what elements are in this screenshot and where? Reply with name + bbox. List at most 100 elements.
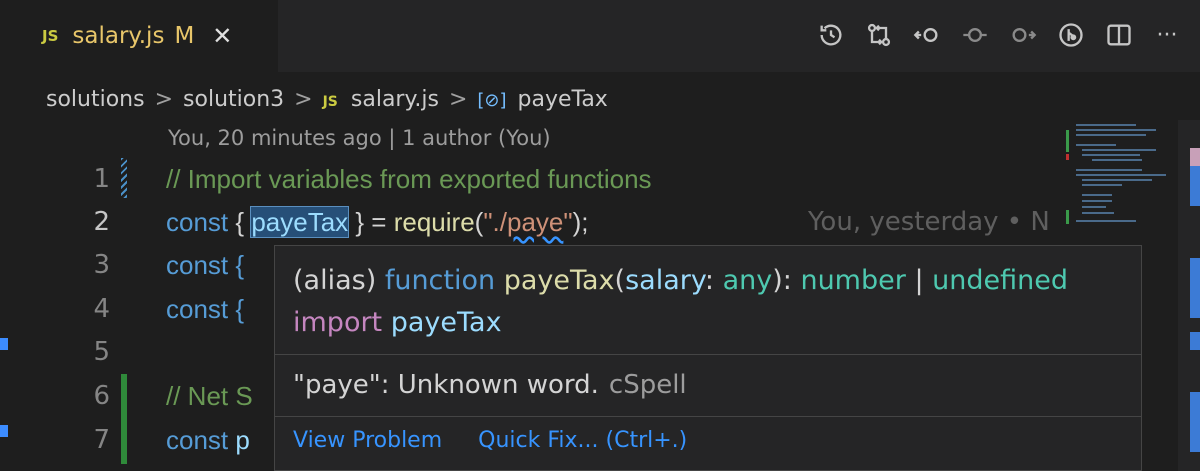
minimap-line <box>1076 129 1156 131</box>
minimap-line <box>1076 220 1136 222</box>
line-number: 1 <box>93 164 110 194</box>
selected-identifier[interactable]: payeTax <box>250 206 350 238</box>
hover-actions: View Problem Quick Fix... (Ctrl+.) <box>293 428 687 453</box>
breadcrumb-label: salary.js <box>350 86 439 112</box>
minimap-line <box>1082 212 1114 214</box>
hover-param: salary <box>625 265 705 296</box>
scrollbar-marker <box>1190 332 1200 350</box>
hover-alias: (alias) <box>293 265 377 296</box>
minimap-change-marker <box>1066 130 1069 152</box>
split-editor-icon[interactable] <box>1104 18 1134 52</box>
hover-import-name: payeTax <box>390 307 502 338</box>
hover-punct: : <box>704 265 714 296</box>
line-number: 4 <box>93 294 110 324</box>
code-function: require <box>393 207 475 237</box>
javascript-file-icon: JS <box>322 93 338 110</box>
codelens-blame[interactable]: You, 20 minutes ago | 1 author (You) <box>168 126 551 150</box>
quick-fix-link[interactable]: Quick Fix... (Ctrl+.) <box>478 428 687 453</box>
minimap-line <box>1076 174 1166 176</box>
breadcrumb-item-solution3[interactable]: solution3 <box>183 87 284 112</box>
previous-change-icon[interactable] <box>912 18 942 52</box>
close-icon[interactable]: ✕ <box>212 22 232 50</box>
hover-import-line: import payeTax <box>293 306 502 340</box>
compare-changes-icon[interactable] <box>864 18 894 52</box>
hover-function-name: payeTax <box>503 265 615 296</box>
breadcrumb-label: payeTax <box>517 86 608 112</box>
divider <box>275 354 1141 355</box>
next-change-icon[interactable] <box>1008 18 1038 52</box>
minimap-line <box>1076 124 1136 126</box>
view-problem-link[interactable]: View Problem <box>293 428 442 453</box>
symbol-variable-icon: [⊘] <box>477 89 507 111</box>
tab-title: salary.js <box>72 23 165 49</box>
hover-punct: ): <box>772 265 792 296</box>
code-keyword: const <box>166 207 229 237</box>
more-actions-icon[interactable]: ··· <box>1152 18 1182 52</box>
tab-bar: JS salary.js M ✕ ··· <box>0 0 1200 72</box>
minimap-change-marker <box>1066 210 1069 224</box>
breadcrumb-item-salary-js[interactable]: JS salary.js <box>323 87 439 112</box>
code-string: " <box>563 207 573 237</box>
scrollbar-marker <box>1190 258 1200 318</box>
scrollbar-marker <box>1190 148 1200 166</box>
minimap-line <box>1076 144 1116 146</box>
code-keyword: const <box>166 425 229 455</box>
hover-signature: (alias) function payeTax(salary: any): n… <box>293 264 1068 298</box>
scrollbar-marker <box>1190 166 1200 206</box>
history-icon[interactable] <box>816 18 846 52</box>
code-comment: // Import variables from exported functi… <box>166 164 652 194</box>
hover-tooltip: (alias) function payeTax(salary: any): n… <box>274 245 1142 471</box>
code-comment: // Net S <box>166 381 253 411</box>
minimap-line <box>1092 159 1142 161</box>
editor-actions: ··· <box>816 18 1182 52</box>
hover-return-type: number <box>800 265 906 296</box>
minimap-line <box>1082 194 1112 196</box>
scrollbar-marker <box>1190 392 1200 452</box>
problem-message: "paye": Unknown word. <box>293 370 599 400</box>
code-line: 1 // Import variables from exported func… <box>0 158 1060 201</box>
code-text: const { payeTax } = require("./paye"); <box>166 201 589 244</box>
inline-blame: You, yesterday • N <box>808 207 1050 237</box>
line-number: 3 <box>93 250 110 280</box>
minimap-line <box>1082 149 1156 151</box>
breadcrumb-item-payetax[interactable]: [⊘] payeTax <box>477 87 607 112</box>
minimap-line <box>1076 134 1146 136</box>
hover-punct: ( <box>614 265 626 296</box>
line-number: 7 <box>93 425 110 455</box>
hover-return-type: undefined <box>932 265 1068 296</box>
hover-function-keyword: function <box>384 265 496 296</box>
code-text: const { <box>166 294 245 324</box>
current-change-icon[interactable] <box>960 18 990 52</box>
code-punct: { <box>235 207 245 237</box>
breadcrumb-item-solutions[interactable]: solutions <box>46 87 145 112</box>
code-punct: } = <box>355 207 387 237</box>
breadcrumb: solutions > solution3 > JS salary.js > [… <box>46 84 608 114</box>
minimap-line <box>1082 200 1112 202</box>
minimap-line <box>1076 169 1142 171</box>
modified-badge: M <box>174 23 195 49</box>
line-number: 5 <box>93 337 110 367</box>
minimap-line <box>1082 154 1140 156</box>
minimap-change-marker <box>1066 154 1069 160</box>
code-punct: ); <box>572 207 589 237</box>
divider <box>275 416 1141 417</box>
hover-problem: "paye": Unknown word. cSpell <box>293 370 687 400</box>
minimap-line <box>1082 184 1122 186</box>
code-string: "./ <box>483 207 508 237</box>
hover-punct: | <box>914 265 924 296</box>
git-timeline-icon[interactable] <box>1056 18 1086 52</box>
hover-import-keyword: import <box>293 307 383 338</box>
minimap-line <box>1082 206 1106 208</box>
tab-salary-js[interactable]: JS salary.js M ✕ <box>0 0 278 72</box>
spelling-error[interactable]: paye <box>507 207 563 237</box>
line-number: 6 <box>93 381 110 411</box>
code-identifier: p <box>235 425 250 455</box>
line-number: 2 <box>93 207 110 237</box>
minimap-line <box>1082 179 1152 181</box>
hover-param-type: any <box>722 265 773 296</box>
chevron-right-icon: > <box>448 86 468 112</box>
javascript-file-icon: JS <box>42 27 59 45</box>
problem-source: cSpell <box>608 370 687 400</box>
code-text: const { <box>166 250 245 280</box>
chevron-right-icon: > <box>154 86 174 112</box>
